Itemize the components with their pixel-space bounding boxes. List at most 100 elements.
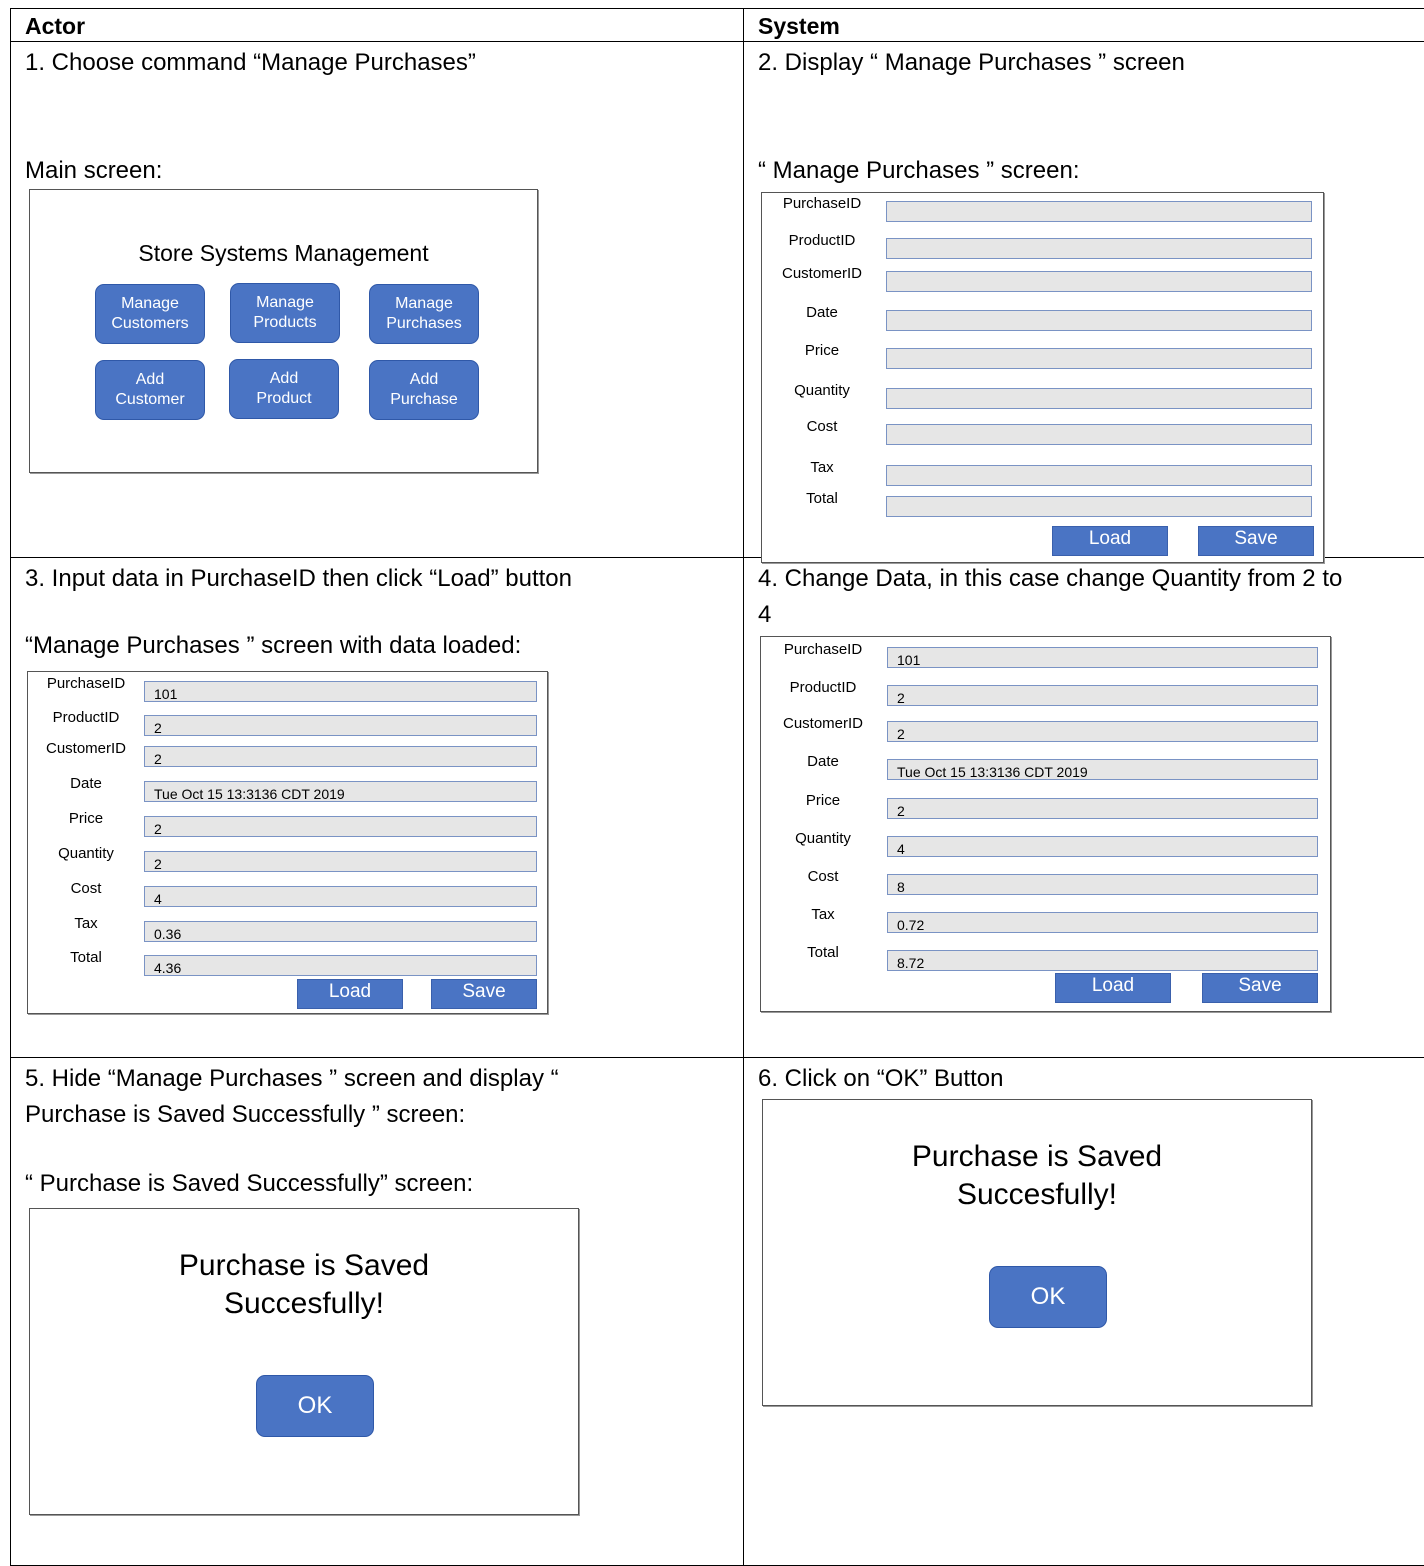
main-screen-mockup: Store Systems Management Manage Customer… bbox=[29, 189, 538, 473]
cost-field[interactable]: 4 bbox=[144, 886, 537, 907]
date-label: Date bbox=[763, 753, 883, 770]
step-2-text: 2. Display “ Manage Purchases ” screen bbox=[744, 42, 1424, 81]
step-5-cell: 5. Hide “Manage Purchases ” screen and d… bbox=[11, 1058, 744, 1566]
price-label: Price bbox=[762, 342, 882, 359]
price-label: Price bbox=[26, 810, 146, 827]
tax-label: Tax bbox=[762, 459, 882, 476]
product-id-label: ProductID bbox=[763, 679, 883, 696]
quantity-label: Quantity bbox=[763, 830, 883, 847]
price-field[interactable] bbox=[886, 348, 1312, 369]
price-field[interactable]: 2 bbox=[887, 798, 1318, 819]
purchase-id-label: PurchaseID bbox=[26, 675, 146, 692]
saved-screen-caption: “ Purchase is Saved Successfully” screen… bbox=[11, 1166, 473, 1202]
cost-field[interactable] bbox=[886, 424, 1312, 445]
date-label: Date bbox=[762, 304, 882, 321]
quantity-field[interactable]: 2 bbox=[144, 851, 537, 872]
date-field[interactable] bbox=[886, 310, 1312, 331]
step-6-text: 6. Click on “OK” Button bbox=[744, 1058, 1424, 1097]
add-purchase-button[interactable]: Add Purchase bbox=[369, 360, 479, 420]
system-header: System bbox=[744, 9, 1424, 42]
price-field[interactable]: 2 bbox=[144, 816, 537, 837]
add-product-button[interactable]: Add Product bbox=[229, 359, 339, 419]
main-screen-title: Store Systems Management bbox=[30, 240, 537, 267]
total-label: Total bbox=[762, 490, 882, 507]
customer-id-field[interactable]: 2 bbox=[144, 746, 537, 767]
total-field[interactable] bbox=[886, 496, 1312, 517]
step-5-text-line2: Purchase is Saved Successfully ” screen: bbox=[11, 1097, 743, 1133]
step-5-text-line1: 5. Hide “Manage Purchases ” screen and d… bbox=[11, 1058, 743, 1097]
step-4-text-line1: 4. Change Data, in this case change Quan… bbox=[744, 558, 1424, 597]
customer-id-label: CustomerID bbox=[763, 715, 883, 732]
quantity-label: Quantity bbox=[762, 382, 882, 399]
saved-message-line1: Purchase is Saved bbox=[30, 1247, 578, 1285]
product-id-label: ProductID bbox=[762, 232, 882, 249]
load-button[interactable]: Load bbox=[297, 979, 403, 1009]
purchase-id-field[interactable]: 101 bbox=[144, 681, 537, 702]
empty-purchase-form: PurchaseID ProductID CustomerID Date Pri… bbox=[761, 192, 1324, 563]
saved-dialog-left: Purchase is Saved Succesfully! OK bbox=[29, 1208, 579, 1515]
load-button[interactable]: Load bbox=[1052, 526, 1168, 556]
step-2-cell: 2. Display “ Manage Purchases ” screen “… bbox=[744, 42, 1424, 558]
tax-field[interactable]: 0.72 bbox=[887, 912, 1318, 933]
tax-field[interactable]: 0.36 bbox=[144, 921, 537, 942]
product-id-label: ProductID bbox=[26, 709, 146, 726]
loaded-screen-caption: “Manage Purchases ” screen with data loa… bbox=[11, 628, 521, 664]
purchase-id-field[interactable]: 101 bbox=[887, 647, 1318, 668]
total-label: Total bbox=[26, 949, 146, 966]
cost-label: Cost bbox=[763, 868, 883, 885]
product-id-field[interactable]: 2 bbox=[887, 685, 1318, 706]
loaded-purchase-form: PurchaseID101 ProductID2 CustomerID2 Dat… bbox=[27, 671, 548, 1014]
date-field[interactable]: Tue Oct 15 13:3136 CDT 2019 bbox=[887, 759, 1318, 780]
saved-message-line2: Succesfully! bbox=[763, 1176, 1311, 1214]
tax-label: Tax bbox=[26, 915, 146, 932]
purchase-id-label: PurchaseID bbox=[763, 641, 883, 658]
customer-id-label: CustomerID bbox=[26, 740, 146, 757]
purchase-id-label: PurchaseID bbox=[762, 195, 882, 212]
step-3-text: 3. Input data in PurchaseID then click “… bbox=[11, 558, 743, 597]
total-field[interactable]: 4.36 bbox=[144, 955, 537, 976]
product-id-field[interactable]: 2 bbox=[144, 715, 537, 736]
step-3-cell: 3. Input data in PurchaseID then click “… bbox=[11, 558, 744, 1058]
customer-id-field[interactable] bbox=[886, 271, 1312, 292]
tax-field[interactable] bbox=[886, 465, 1312, 486]
step-4-text-line2: 4 bbox=[744, 597, 1424, 633]
tax-label: Tax bbox=[763, 906, 883, 923]
ok-button[interactable]: OK bbox=[989, 1266, 1107, 1328]
quantity-label: Quantity bbox=[26, 845, 146, 862]
step-6-cell: 6. Click on “OK” Button Purchase is Save… bbox=[744, 1058, 1424, 1566]
save-button[interactable]: Save bbox=[1198, 526, 1314, 556]
purchase-id-field[interactable] bbox=[886, 201, 1312, 222]
total-field[interactable]: 8.72 bbox=[887, 950, 1318, 971]
customer-id-field[interactable]: 2 bbox=[887, 721, 1318, 742]
save-button[interactable]: Save bbox=[431, 979, 537, 1009]
quantity-field[interactable] bbox=[886, 388, 1312, 409]
step-4-cell: 4. Change Data, in this case change Quan… bbox=[744, 558, 1424, 1058]
date-field[interactable]: Tue Oct 15 13:3136 CDT 2019 bbox=[144, 781, 537, 802]
changed-purchase-form: PurchaseID101 ProductID2 CustomerID2 Dat… bbox=[760, 636, 1331, 1012]
product-id-field[interactable] bbox=[886, 238, 1312, 259]
load-button[interactable]: Load bbox=[1055, 973, 1171, 1003]
step-1-cell: 1. Choose command “Manage Purchases” Mai… bbox=[11, 42, 744, 558]
saved-dialog-right: Purchase is Saved Succesfully! OK bbox=[762, 1099, 1312, 1406]
cost-field[interactable]: 8 bbox=[887, 874, 1318, 895]
cost-label: Cost bbox=[762, 418, 882, 435]
total-label: Total bbox=[763, 944, 883, 961]
step-1-text: 1. Choose command “Manage Purchases” bbox=[11, 42, 743, 81]
main-screen-caption: Main screen: bbox=[11, 153, 162, 189]
saved-message-line2: Succesfully! bbox=[30, 1285, 578, 1323]
cost-label: Cost bbox=[26, 880, 146, 897]
add-customer-button[interactable]: Add Customer bbox=[95, 360, 205, 420]
manage-purchases-button[interactable]: Manage Purchases bbox=[369, 284, 479, 344]
quantity-field[interactable]: 4 bbox=[887, 836, 1318, 857]
customer-id-label: CustomerID bbox=[762, 265, 882, 282]
manage-purchases-caption: “ Manage Purchases ” screen: bbox=[744, 153, 1079, 189]
save-button[interactable]: Save bbox=[1202, 973, 1318, 1003]
saved-message-line1: Purchase is Saved bbox=[763, 1138, 1311, 1176]
ok-button[interactable]: OK bbox=[256, 1375, 374, 1437]
actor-header: Actor bbox=[11, 9, 744, 42]
use-case-table: Actor System 1. Choose command “Manage P… bbox=[10, 8, 1424, 1566]
manage-customers-button[interactable]: Manage Customers bbox=[95, 284, 205, 344]
manage-products-button[interactable]: Manage Products bbox=[230, 283, 340, 343]
price-label: Price bbox=[763, 792, 883, 809]
date-label: Date bbox=[26, 775, 146, 792]
